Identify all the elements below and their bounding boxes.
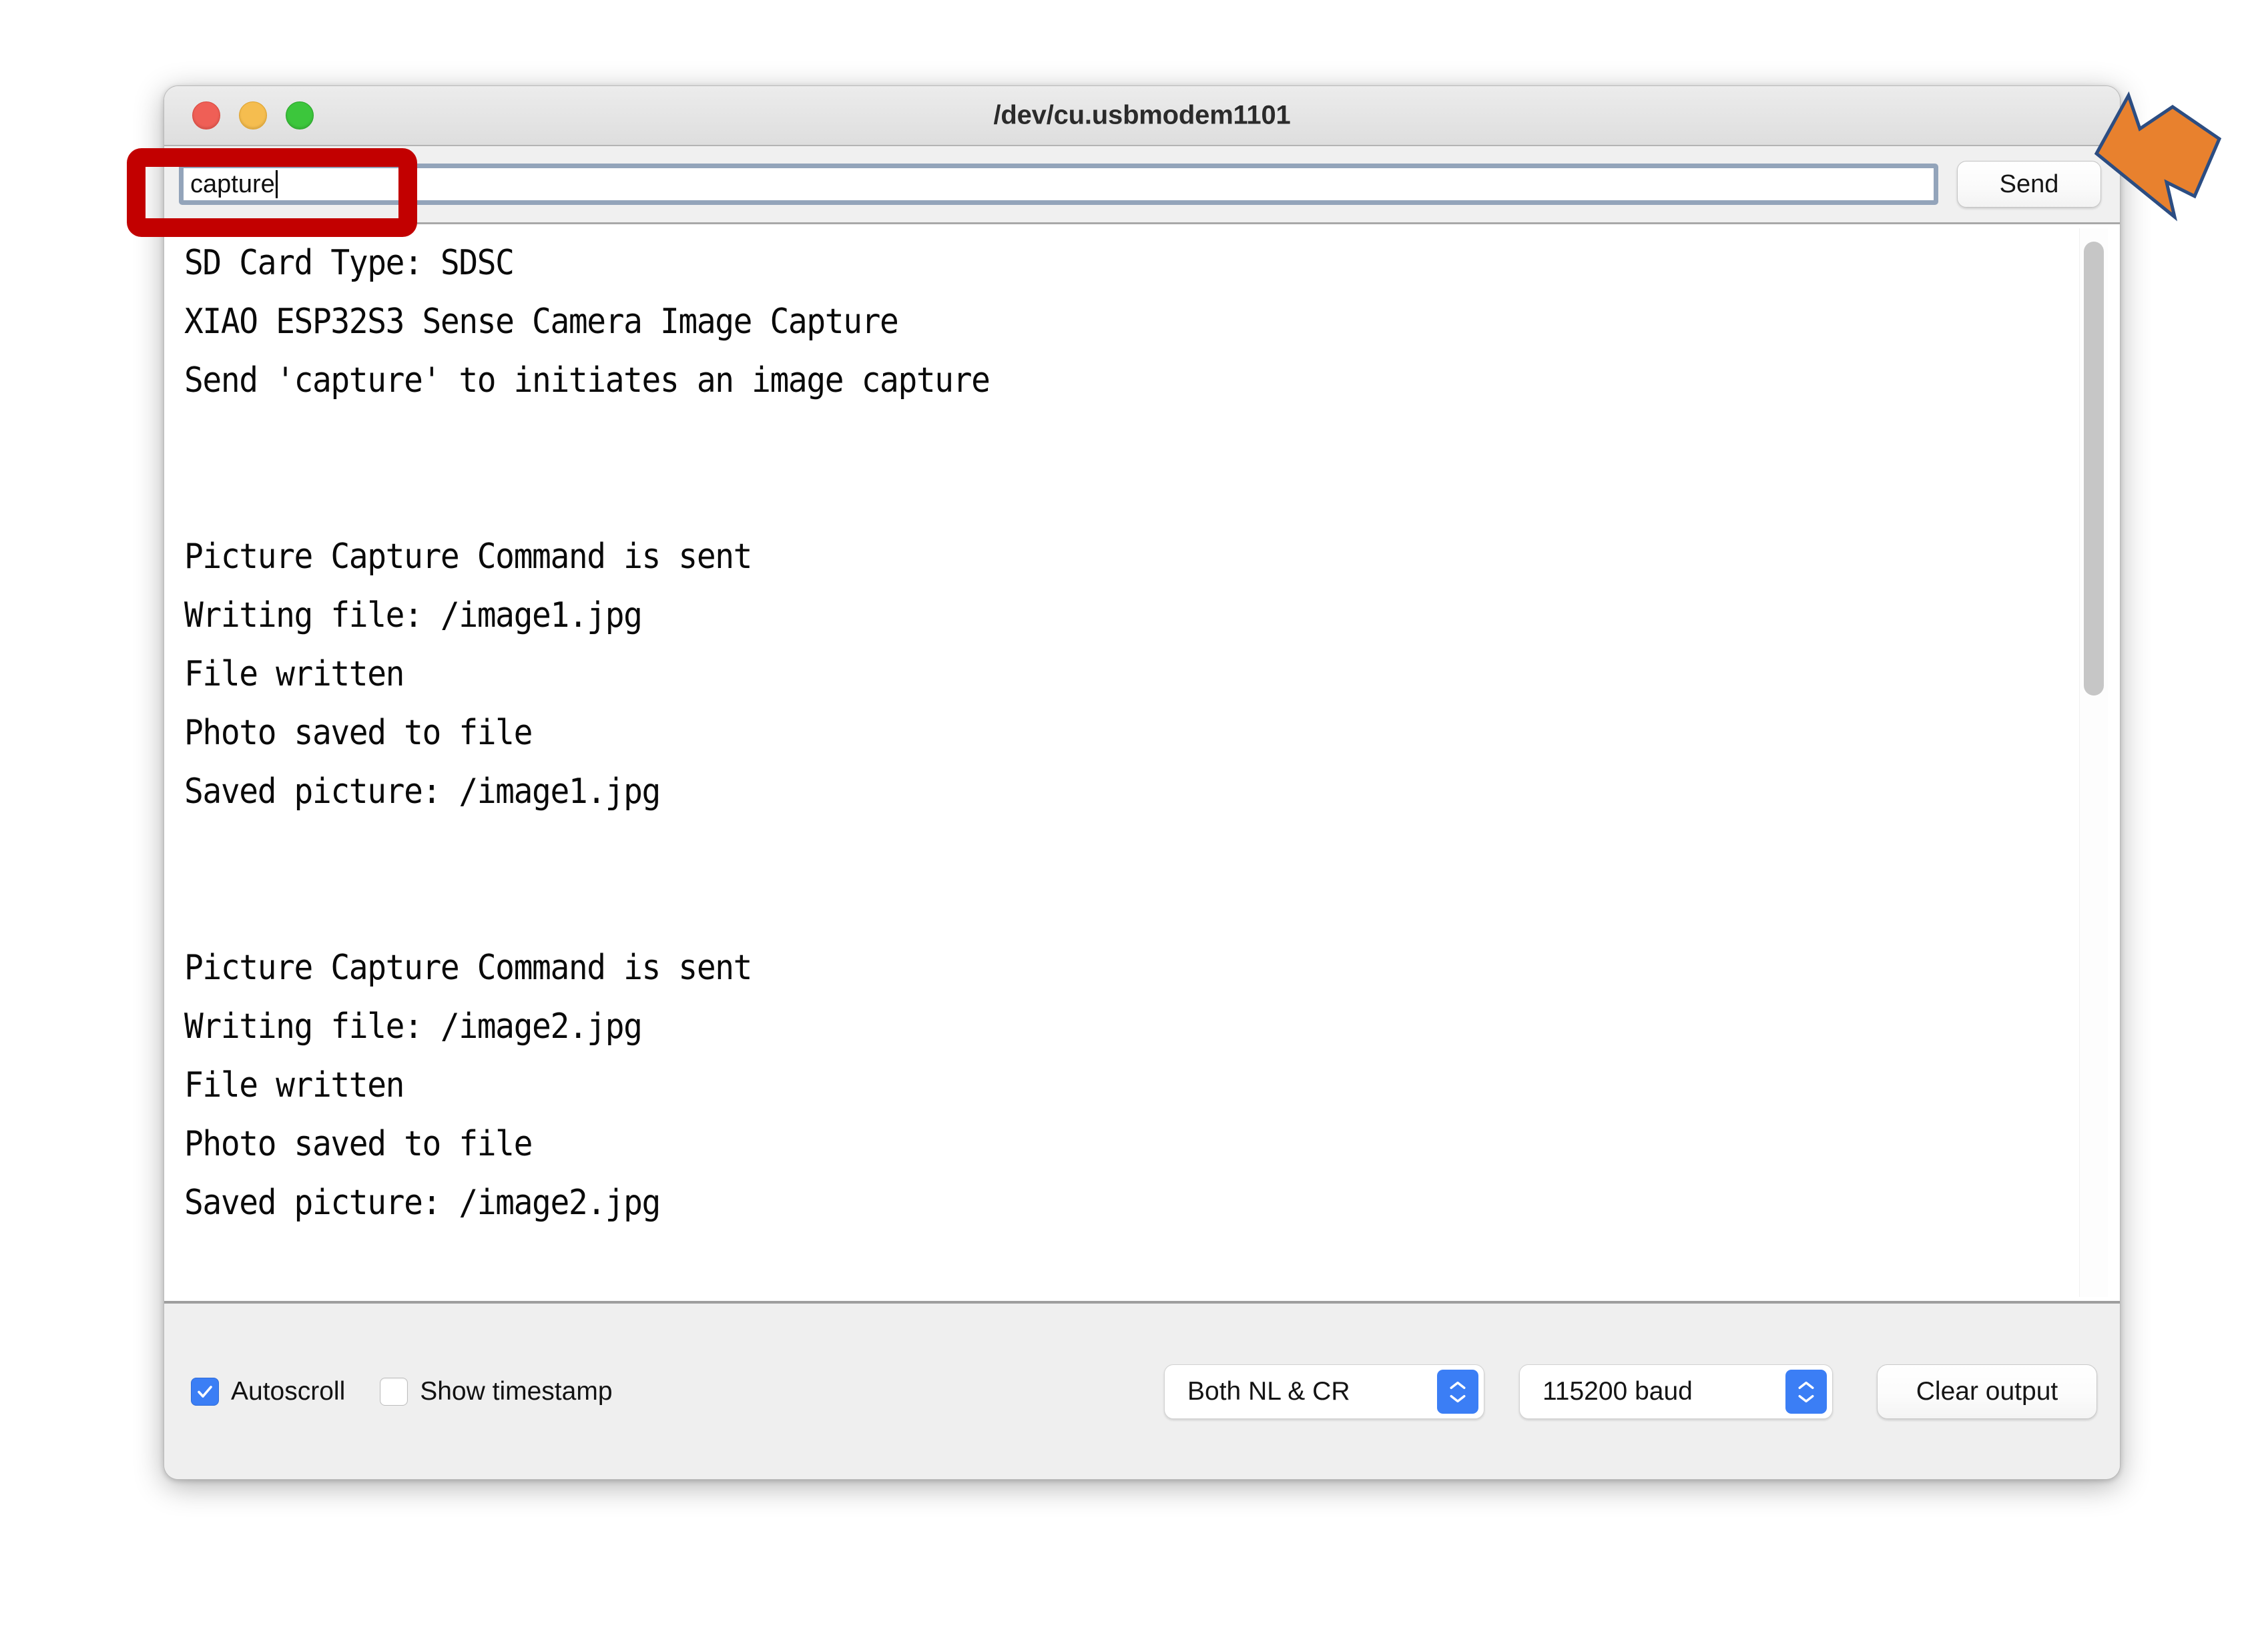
console-output-text: SD Card Type: SDSC XIAO ESP32S3 Sense Ca… (184, 243, 991, 1223)
line-ending-select[interactable]: Both NL & CR (1164, 1364, 1484, 1419)
serial-monitor-window: /dev/cu.usbmodem1101 capture Send SD Car… (164, 85, 2121, 1480)
baud-rate-value: 115200 baud (1542, 1377, 1693, 1406)
send-button[interactable]: Send (1957, 161, 2101, 208)
autoscroll-checkbox-group[interactable]: Autoscroll (191, 1377, 345, 1406)
autoscroll-checkbox[interactable] (191, 1378, 219, 1406)
line-ending-stepper-icon[interactable] (1437, 1370, 1478, 1414)
baud-rate-stepper-icon[interactable] (1785, 1370, 1827, 1414)
text-caret (275, 170, 278, 198)
desktop-background: /dev/cu.usbmodem1101 capture Send SD Car… (0, 0, 2248, 1652)
baud-rate-select[interactable]: 115200 baud (1519, 1364, 1833, 1419)
chevron-down-icon (1798, 1394, 1814, 1402)
chevron-up-icon (1798, 1381, 1814, 1389)
line-ending-value: Both NL & CR (1187, 1377, 1350, 1406)
console-scrollbar-thumb[interactable] (2084, 242, 2104, 696)
clear-output-button[interactable]: Clear output (1877, 1364, 2097, 1419)
bottom-toolbar: Autoscroll Show timestamp Both NL & CR 1… (164, 1304, 2120, 1479)
console-output-area[interactable]: SD Card Type: SDSC XIAO ESP32S3 Sense Ca… (164, 224, 2120, 1304)
checkmark-icon (198, 1386, 212, 1398)
chevron-down-icon (1450, 1394, 1466, 1402)
window-title: /dev/cu.usbmodem1101 (993, 100, 1291, 130)
show-timestamp-label: Show timestamp (420, 1377, 613, 1406)
chevron-up-icon (1450, 1381, 1466, 1389)
command-input-value: capture (190, 170, 275, 198)
autoscroll-label: Autoscroll (231, 1377, 346, 1406)
send-bar: capture Send (164, 146, 2120, 224)
command-input[interactable]: capture (179, 164, 1938, 205)
window-titlebar[interactable]: /dev/cu.usbmodem1101 (164, 86, 2120, 146)
console-scrollbar[interactable] (2079, 228, 2108, 1297)
show-timestamp-checkbox[interactable] (380, 1378, 408, 1406)
show-timestamp-checkbox-group[interactable]: Show timestamp (380, 1377, 613, 1406)
